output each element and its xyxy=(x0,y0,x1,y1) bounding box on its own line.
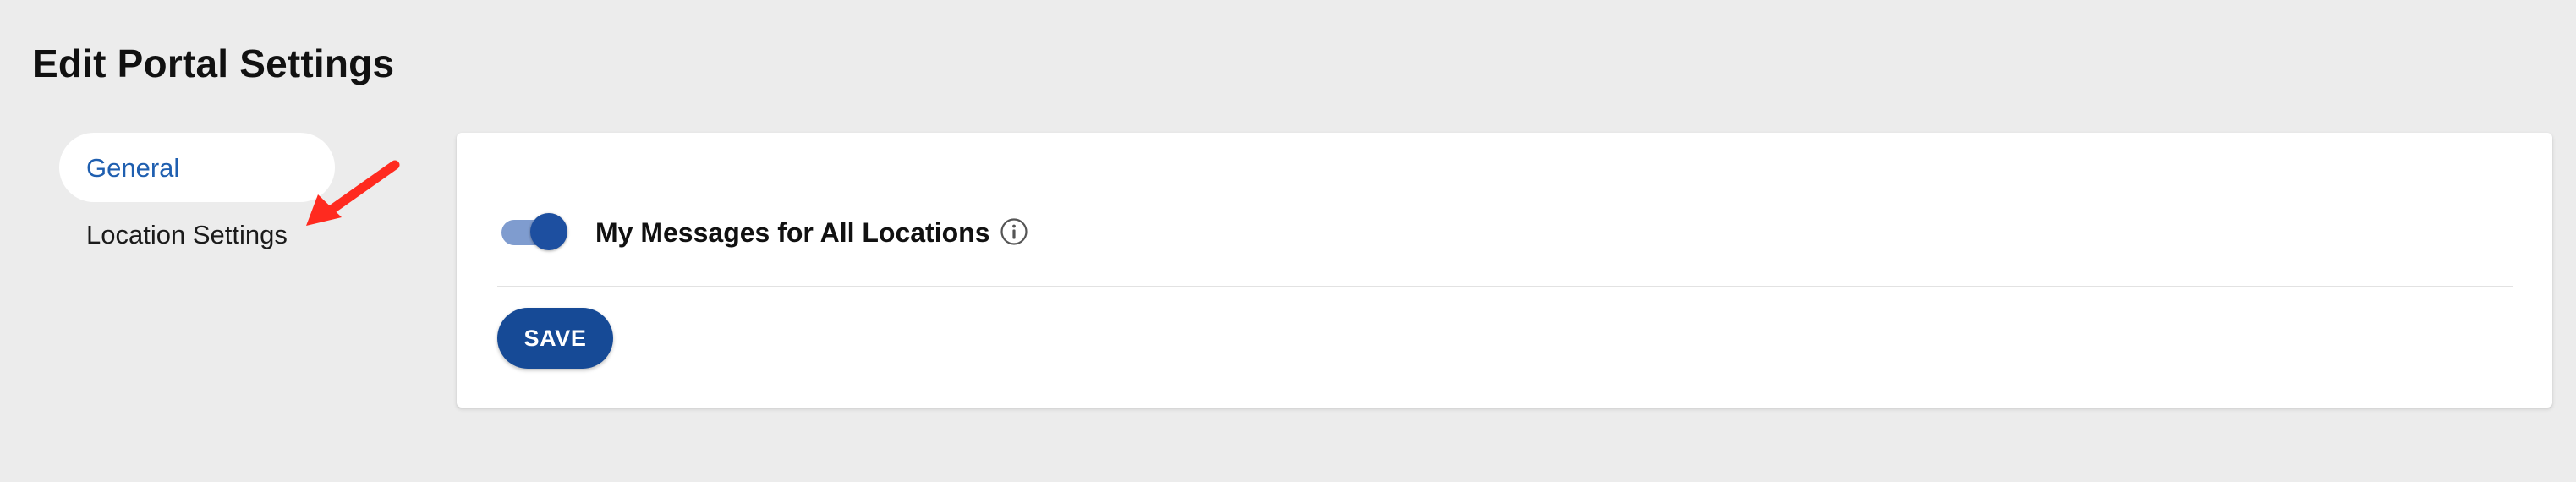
sidebar-item-location-settings[interactable]: Location Settings xyxy=(86,222,288,248)
divider xyxy=(497,286,2513,287)
my-messages-label: My Messages for All Locations xyxy=(595,217,990,248)
sidebar-item-label: Location Settings xyxy=(86,220,288,249)
red-arrow-icon xyxy=(306,160,400,226)
my-messages-toggle[interactable] xyxy=(501,213,569,252)
info-circle-icon[interactable] xyxy=(999,216,1029,247)
save-button[interactable]: SAVE xyxy=(497,308,613,369)
sidebar-item-label: General xyxy=(86,152,180,183)
settings-card: My Messages for All Locations SAVE xyxy=(457,133,2552,408)
toggle-thumb xyxy=(530,213,567,250)
page-title: Edit Portal Settings xyxy=(32,41,395,85)
sidebar-item-general[interactable]: General xyxy=(59,133,335,202)
